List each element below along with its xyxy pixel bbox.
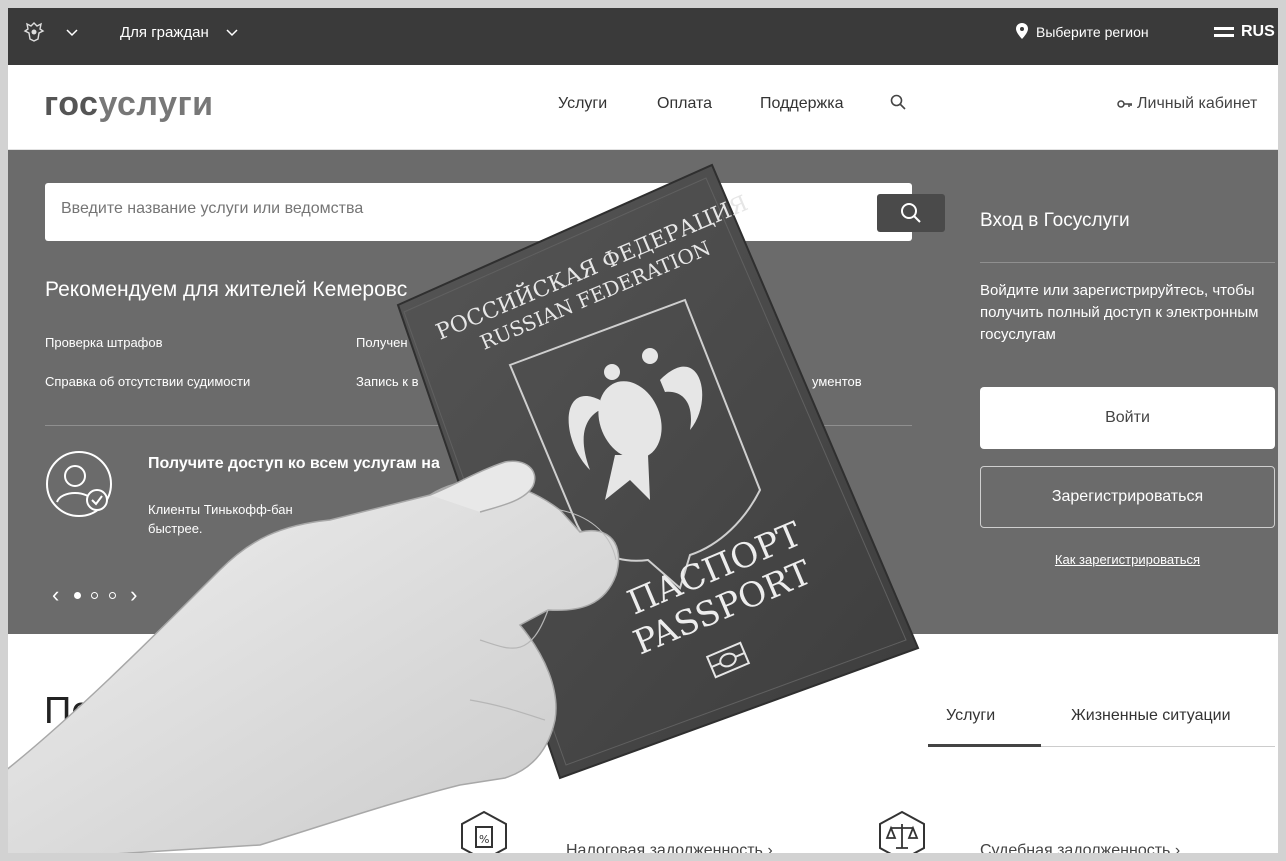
active-tab-indicator	[928, 744, 1041, 747]
region-label: Выберите регион	[1036, 24, 1149, 40]
cabinet-label: Личный кабинет	[1137, 95, 1258, 112]
carousel-dot[interactable]	[108, 592, 116, 599]
search-icon[interactable]	[890, 94, 906, 110]
quick-link-criminal-record[interactable]: Справка об отсутствии судимости	[45, 374, 250, 389]
divider	[45, 425, 912, 426]
hero-section: Рекомендуем для жителей Кемеровс Проверк…	[0, 150, 1286, 634]
login-title: Вход в Госуслуги	[980, 210, 1130, 231]
region-selector[interactable]: Выберите регион	[1014, 24, 1149, 40]
coat-of-arms-icon[interactable]	[22, 20, 46, 44]
tax-document-icon: %	[461, 810, 507, 861]
top-bar: Для граждан Выберите регион RUS	[0, 0, 1286, 65]
gosuslugi-logo[interactable]: госуслуги	[44, 85, 214, 124]
promo-title: Получите доступ ко всем услугам на	[148, 455, 440, 472]
how-to-register-link[interactable]: Как зарегистрироваться	[980, 552, 1275, 567]
carousel-next[interactable]: ›	[130, 582, 137, 607]
personal-cabinet-link[interactable]: Личный кабинет	[1117, 95, 1257, 113]
logo-part2: услуги	[98, 85, 214, 123]
quick-link-obtain[interactable]: Получен	[356, 335, 408, 350]
nav-support[interactable]: Поддержка	[760, 95, 843, 113]
quick-link-fines[interactable]: Проверка штрафов	[45, 335, 163, 350]
promo-text-line: Клиенты Тинькофф-бан	[148, 502, 293, 517]
tab-life-situations[interactable]: Жизненные ситуации	[1071, 707, 1231, 725]
promo-text: Клиенты Тинькофф-бан быстрее.	[148, 500, 478, 538]
service-court-debt[interactable]: Судебная задолженность ›	[980, 842, 1180, 860]
popular-title: Попу	[44, 690, 133, 732]
logo-part1: гос	[44, 85, 99, 123]
login-description: Войдите или зарегистрируйтесь, чтобы пол…	[980, 282, 1259, 343]
carousel-controls: ‹ ›	[52, 582, 137, 608]
search-box	[45, 183, 945, 241]
key-icon	[1117, 100, 1132, 108]
recommend-title: Рекомендуем для жителей Кемеровс	[45, 278, 408, 301]
nav-payment[interactable]: Оплата	[657, 95, 712, 113]
quick-link-documents[interactable]: ументов	[812, 374, 862, 389]
site-header: госуслуги Услуги Оплата Поддержка Личный…	[0, 65, 1286, 150]
carousel-dot-active[interactable]	[73, 592, 81, 599]
quick-link-appointment[interactable]: Запись к в	[356, 374, 418, 389]
menu-icon	[1214, 27, 1234, 37]
scales-icon	[879, 810, 925, 861]
svg-text:%: %	[479, 833, 489, 846]
chevron-down-icon[interactable]	[226, 29, 238, 37]
user-verified-icon	[46, 451, 112, 517]
biometric-chip-icon	[705, 641, 751, 679]
search-button[interactable]	[877, 194, 945, 232]
divider	[980, 262, 1275, 263]
citizens-menu[interactable]: Для граждан	[120, 24, 209, 41]
tab-services[interactable]: Услуги	[946, 707, 995, 725]
register-button[interactable]: Зарегистрироваться	[980, 466, 1275, 528]
chevron-down-icon[interactable]	[66, 29, 78, 37]
language-label: RUS	[1241, 23, 1275, 40]
nav-services[interactable]: Услуги	[558, 95, 607, 113]
search-icon	[901, 203, 921, 223]
carousel-dot[interactable]	[91, 592, 99, 599]
search-input[interactable]	[61, 200, 801, 218]
carousel-prev[interactable]: ‹	[52, 582, 59, 607]
promo-text-line: быстрее.	[148, 521, 203, 536]
service-tax-debt[interactable]: Налоговая задолженность ›	[566, 842, 773, 860]
login-button[interactable]: Войти	[980, 387, 1275, 449]
tabs-underline	[1041, 746, 1275, 747]
